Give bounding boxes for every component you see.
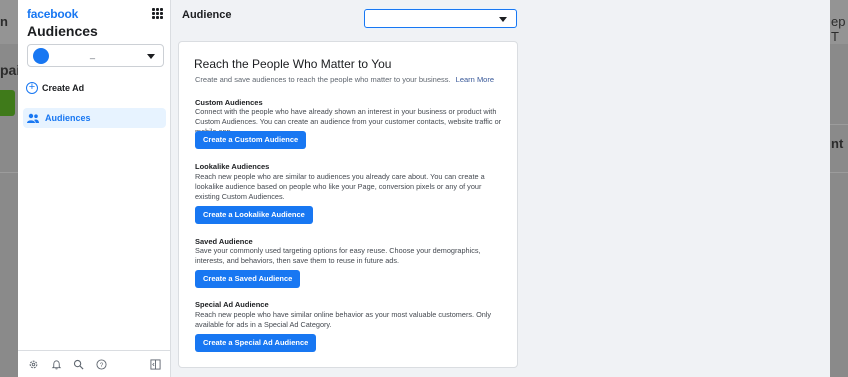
account-avatar bbox=[33, 48, 49, 64]
learn-more-link[interactable]: Learn More bbox=[456, 75, 494, 84]
settings-icon[interactable] bbox=[28, 359, 39, 370]
plus-circle-icon: + bbox=[26, 82, 38, 94]
background-green-button bbox=[0, 90, 15, 116]
content-title: Audience bbox=[182, 9, 232, 21]
lookalike-audiences-title: Lookalike Audiences bbox=[195, 162, 270, 171]
create-custom-audience-button[interactable]: Create a Custom Audience bbox=[195, 131, 307, 149]
apps-grid-icon[interactable] bbox=[152, 8, 163, 19]
saved-audience-description: Save your commonly used targeting option… bbox=[195, 246, 481, 266]
create-special-ad-audience-button[interactable]: Create a Special Ad Audience bbox=[195, 334, 317, 352]
page-title: Audiences bbox=[27, 23, 98, 39]
lookalike-audiences-description: Reach new people who are similar to audi… bbox=[195, 172, 485, 202]
bell-icon[interactable] bbox=[51, 359, 62, 370]
people-icon bbox=[27, 113, 39, 123]
custom-audiences-title: Custom Audiences bbox=[195, 98, 263, 107]
account-selector[interactable]: _ bbox=[27, 44, 164, 67]
sidebar: facebook Audiences _ + Create Ad Audienc… bbox=[18, 0, 171, 377]
special-ad-audience-description: Reach new people who have similar online… bbox=[195, 310, 492, 330]
card-subtitle-text: Create and save audiences to reach the p… bbox=[195, 75, 451, 84]
audience-options-card: Reach the People Who Matter to You Creat… bbox=[178, 41, 518, 368]
chevron-down-icon bbox=[147, 54, 155, 59]
background-text-fragment: ep T bbox=[831, 14, 846, 44]
sidebar-item-label: Audiences bbox=[45, 113, 91, 123]
background-text-fragment: n bbox=[0, 14, 8, 29]
background-text-fragment: nt bbox=[831, 136, 844, 151]
create-ad-button[interactable]: + Create Ad bbox=[26, 82, 84, 94]
special-ad-audience-title: Special Ad Audience bbox=[195, 300, 269, 309]
svg-text:?: ? bbox=[100, 362, 104, 369]
sidebar-footer: ? bbox=[18, 350, 171, 377]
panel-toggle-icon[interactable] bbox=[150, 359, 161, 370]
facebook-logo[interactable]: facebook bbox=[27, 7, 78, 21]
account-name: _ bbox=[90, 49, 96, 59]
audiences-modal: facebook Audiences _ + Create Ad Audienc… bbox=[18, 0, 830, 377]
audience-dropdown[interactable] bbox=[364, 9, 517, 28]
create-saved-audience-button[interactable]: Create a Saved Audience bbox=[195, 270, 301, 288]
card-subtitle: Create and save audiences to reach the p… bbox=[195, 75, 494, 84]
search-icon[interactable] bbox=[73, 359, 84, 370]
card-title: Reach the People Who Matter to You bbox=[194, 57, 392, 71]
chevron-down-icon bbox=[499, 17, 507, 22]
create-ad-label: Create Ad bbox=[42, 83, 85, 93]
sidebar-item-audiences[interactable]: Audiences bbox=[23, 108, 166, 128]
create-lookalike-audience-button[interactable]: Create a Lookalike Audience bbox=[195, 206, 313, 224]
help-icon[interactable]: ? bbox=[96, 359, 107, 370]
background-divider bbox=[830, 124, 848, 125]
saved-audience-title: Saved Audience bbox=[195, 237, 253, 246]
